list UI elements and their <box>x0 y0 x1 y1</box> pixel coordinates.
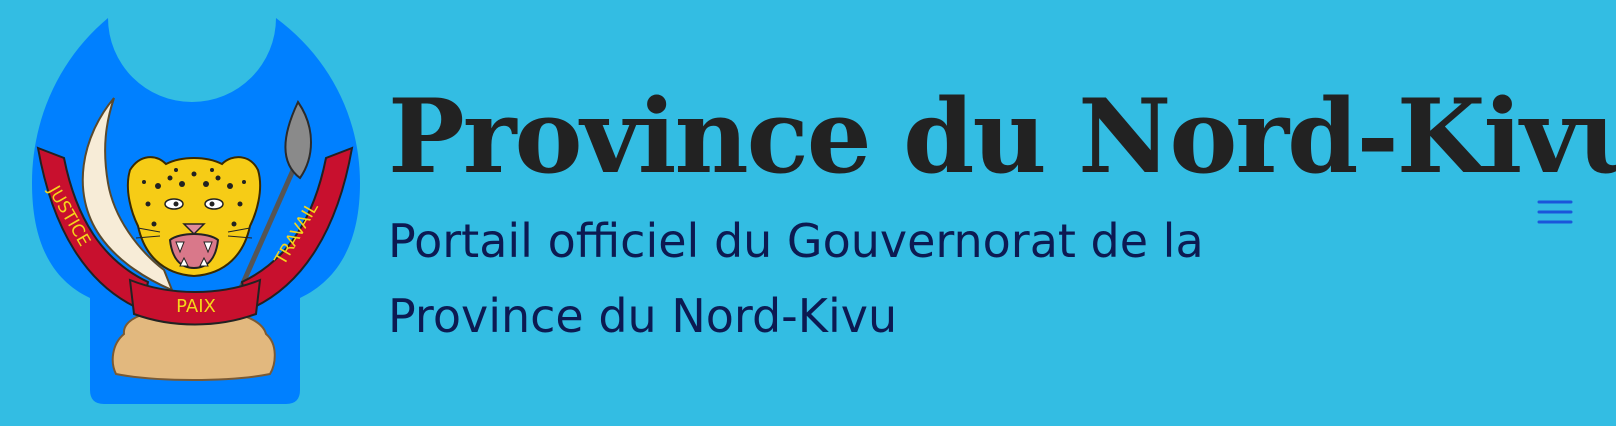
motto-center-text: PAIX <box>176 296 216 317</box>
hamburger-menu-icon <box>1537 200 1573 224</box>
menu-toggle-button[interactable] <box>1536 196 1574 230</box>
coat-of-arms-image: JUSTICE PAIX TRAVAIL <box>32 18 360 404</box>
site-header: JUSTICE PAIX TRAVAIL Province du Nord-Ki… <box>0 0 1616 426</box>
site-title[interactable]: Province du Nord-Kivu <box>388 86 1616 188</box>
coat-of-arms-logo[interactable]: JUSTICE PAIX TRAVAIL <box>30 18 366 408</box>
site-tagline: Portail officiel du Gouvernorat de la Pr… <box>388 214 1204 343</box>
